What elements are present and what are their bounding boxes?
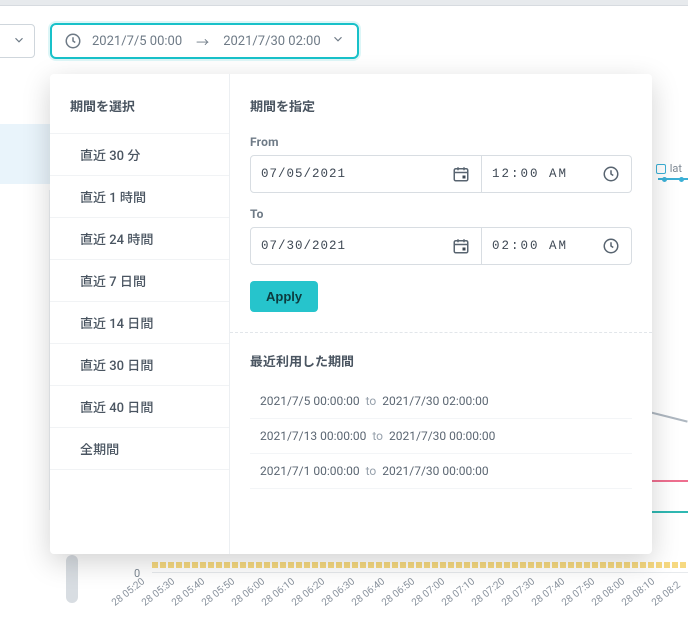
- custom-panel: 期間を指定 From 07/05/2021 12:00 AM To 07/30/…: [230, 74, 652, 554]
- chart-line-teal: [648, 511, 688, 513]
- to-date-value: 07/30/2021: [261, 239, 346, 253]
- x-tick: 28 06:10: [260, 576, 297, 608]
- range-from-text: 2021/7/5 00:00: [92, 34, 182, 49]
- recent-to: 2021/7/30 02:00:00: [382, 394, 488, 408]
- preset-item[interactable]: 直近 30 日間: [50, 343, 229, 385]
- calendar-icon: [451, 236, 471, 256]
- to-time-input[interactable]: 02:00 AM: [482, 227, 632, 265]
- recent-to: 2021/7/30 00:00:00: [382, 464, 488, 478]
- adjacent-dropdown[interactable]: [0, 24, 35, 58]
- legend-label: lat: [670, 162, 682, 175]
- x-tick: 28 08:10: [620, 576, 657, 608]
- preset-item[interactable]: 直近 7 日間: [50, 259, 229, 301]
- from-row: 07/05/2021 12:00 AM: [250, 155, 632, 193]
- to-time-value: 02:00 AM: [492, 239, 568, 253]
- custom-title: 期間を指定: [250, 96, 632, 115]
- from-time-value: 12:00 AM: [492, 167, 568, 181]
- chart-axis-line: [152, 572, 688, 573]
- preset-item[interactable]: 直近 1 時間: [50, 175, 229, 217]
- preset-title: 期間を選択: [50, 96, 229, 133]
- to-row: 07/30/2021 02:00 AM: [250, 227, 632, 265]
- x-tick: 28 07:40: [530, 576, 567, 608]
- x-tick: 28 07:20: [470, 576, 507, 608]
- to-date-input[interactable]: 07/30/2021: [250, 227, 482, 265]
- recent-to-word: to: [372, 429, 383, 443]
- date-range-button[interactable]: 2021/7/5 00:00 → 2021/7/30 02:00: [50, 23, 359, 59]
- x-tick: 28 08:00: [590, 576, 627, 608]
- preset-item[interactable]: 直近 14 日間: [50, 301, 229, 343]
- from-date-value: 07/05/2021: [261, 167, 346, 181]
- chart-series-yellow: [152, 562, 688, 568]
- to-label: To: [250, 207, 632, 221]
- recent-from: 2021/7/13 00:00:00: [260, 429, 366, 443]
- chevron-down-icon: [12, 32, 26, 51]
- x-tick: 28 07:50: [560, 576, 597, 608]
- x-tick: 28 06:50: [380, 576, 417, 608]
- preset-panel: 期間を選択 直近 30 分直近 1 時間直近 24 時間直近 7 日間直近 14…: [50, 74, 230, 554]
- x-tick: 28 07:30: [500, 576, 537, 608]
- calendar-icon: [451, 164, 471, 184]
- bg-highlight: [0, 124, 50, 184]
- preset-item[interactable]: 直近 24 時間: [50, 217, 229, 259]
- preset-list: 直近 30 分直近 1 時間直近 24 時間直近 7 日間直近 14 日間直近 …: [50, 133, 229, 470]
- clock-icon: [601, 236, 621, 256]
- chevron-down-icon: [331, 32, 345, 50]
- x-tick: 28 07:10: [440, 576, 477, 608]
- clock-icon: [601, 164, 621, 184]
- clock-icon: [64, 32, 82, 50]
- x-tick: 28 05:40: [170, 576, 207, 608]
- x-tick: 28 06:30: [320, 576, 357, 608]
- legend-line-sample: [658, 178, 688, 180]
- preset-item[interactable]: 直近 30 分: [50, 133, 229, 175]
- top-strip: [0, 0, 688, 6]
- recent-list: 2021/7/5 00:00:00to2021/7/30 02:00:00202…: [250, 384, 632, 489]
- x-tick: 28 05:50: [200, 576, 237, 608]
- range-to-text: 2021/7/30 02:00: [223, 34, 320, 49]
- from-date-input[interactable]: 07/05/2021: [250, 155, 482, 193]
- recent-panel: 最近利用した期間 2021/7/5 00:00:00 to 2021/7/30 02…: [230, 332, 652, 489]
- x-tick: 28 06:40: [350, 576, 387, 608]
- legend-swatch: [656, 164, 666, 174]
- recent-from: 2021/7/5 00:00:00: [260, 394, 360, 408]
- chart-line-grey: [650, 411, 687, 422]
- x-tick: 28 05:20: [110, 576, 147, 608]
- recent-to-word: to: [366, 464, 377, 478]
- recent-to-word: to: [366, 394, 377, 408]
- recent-item[interactable]: 2021/7/1 00:00:00 to 2021/7/30 00:00:00: [250, 454, 632, 489]
- date-range-popover: 期間を選択 直近 30 分直近 1 時間直近 24 時間直近 7 日間直近 14…: [50, 74, 652, 554]
- preset-item[interactable]: 直近 40 日間: [50, 385, 229, 427]
- chart-line-pink: [648, 480, 688, 482]
- x-tick: 28 07:00: [410, 576, 447, 608]
- x-tick: 28 05:30: [140, 576, 177, 608]
- recent-item[interactable]: 2021/7/5 00:00:00 to 2021/7/30 02:00:00: [250, 384, 632, 419]
- legend-fragment: lat: [656, 162, 682, 175]
- arrow-right-icon: →: [196, 32, 209, 51]
- recent-from: 2021/7/1 00:00:00: [260, 464, 360, 478]
- apply-button[interactable]: Apply: [250, 281, 318, 312]
- preset-item[interactable]: 全期間: [50, 427, 229, 470]
- recent-title: 最近利用した期間: [250, 351, 632, 370]
- from-time-input[interactable]: 12:00 AM: [482, 155, 632, 193]
- bg-panel-edge: [0, 190, 50, 510]
- recent-item[interactable]: 2021/7/13 00:00:00 to 2021/7/30 00:00:00: [250, 419, 632, 454]
- bg-scrollbar-thumb[interactable]: [66, 555, 78, 603]
- recent-to: 2021/7/30 00:00:00: [389, 429, 495, 443]
- from-label: From: [250, 135, 632, 149]
- x-tick: 28 06:20: [290, 576, 327, 608]
- x-tick: 28 06:00: [230, 576, 267, 608]
- x-axis-ticks: 28 05:2028 05:3028 05:4028 05:5028 06:00…: [110, 582, 688, 622]
